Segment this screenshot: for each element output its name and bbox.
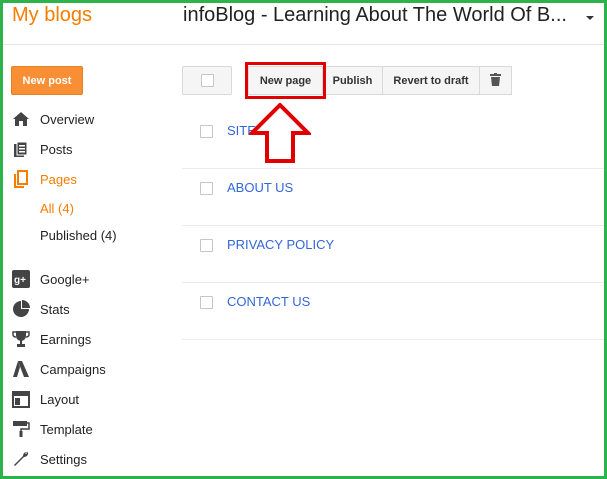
select-all-checkbox-button[interactable] — [182, 66, 232, 95]
delete-button[interactable] — [479, 66, 512, 95]
sidebar-item-label: Posts — [40, 141, 73, 157]
row-checkbox[interactable] — [200, 239, 213, 252]
page-title-link[interactable]: CONTACT US — [227, 294, 310, 309]
table-row[interactable]: SITE — [182, 112, 607, 169]
wrench-icon — [10, 449, 32, 469]
sidebar-item-label: Google+ — [40, 271, 90, 287]
sidebar-item-label: Layout — [40, 391, 80, 407]
home-icon — [10, 109, 32, 129]
arrow-up-annotation-icon — [249, 103, 311, 163]
sidebar-item-google-plus[interactable]: g+ Google+ — [10, 268, 90, 290]
my-blogs-link[interactable]: My blogs — [12, 4, 92, 27]
sidebar-item-label: Template — [40, 421, 93, 437]
paint-roller-icon — [10, 419, 32, 439]
row-checkbox[interactable] — [200, 125, 213, 138]
sidebar-item-earnings[interactable]: Earnings — [10, 328, 91, 350]
new-post-button[interactable]: New post — [11, 66, 83, 95]
page-title-link[interactable]: ABOUT US — [227, 180, 293, 195]
table-row[interactable]: CONTACT US — [182, 283, 607, 340]
sidebar-subitem-all[interactable]: All (4) — [40, 201, 74, 216]
row-checkbox[interactable] — [200, 296, 213, 309]
sidebar-item-overview[interactable]: Overview — [10, 108, 94, 130]
sidebar-item-campaigns[interactable]: Campaigns — [10, 358, 106, 380]
sidebar-item-label: Stats — [40, 301, 70, 317]
new-page-highlight-box — [245, 62, 326, 99]
trash-icon — [490, 72, 501, 89]
table-row[interactable]: PRIVACY POLICY — [182, 226, 607, 283]
adwords-icon — [10, 359, 32, 379]
pie-chart-icon — [10, 299, 32, 319]
sidebar-subitem-published[interactable]: Published (4) — [40, 228, 117, 243]
google-plus-icon: g+ — [10, 269, 32, 289]
publish-button[interactable]: Publish — [322, 66, 383, 95]
page-title-link[interactable]: PRIVACY POLICY — [227, 237, 334, 252]
sidebar-item-label: Pages — [40, 171, 77, 187]
sidebar-item-settings[interactable]: Settings — [10, 448, 87, 470]
posts-icon — [10, 139, 32, 159]
blog-title: infoBlog - Learning About The World Of B… — [183, 4, 567, 26]
sidebar-item-posts[interactable]: Posts — [10, 138, 73, 160]
chevron-down-icon[interactable] — [584, 12, 600, 28]
header: My blogs infoBlog - Learning About The W… — [0, 0, 607, 45]
revert-to-draft-button[interactable]: Revert to draft — [382, 66, 480, 95]
sidebar-item-label: Settings — [40, 451, 87, 467]
sidebar-item-stats[interactable]: Stats — [10, 298, 70, 320]
sidebar-item-label: Earnings — [40, 331, 92, 347]
table-row[interactable]: ABOUT US — [182, 169, 607, 226]
sidebar-item-layout[interactable]: Layout — [10, 388, 79, 410]
svg-text:g+: g+ — [14, 275, 26, 286]
pages-icon — [10, 169, 32, 189]
sidebar-item-template[interactable]: Template — [10, 418, 93, 440]
sidebar-item-pages[interactable]: Pages — [10, 168, 77, 190]
row-checkbox[interactable] — [200, 182, 213, 195]
select-all-checkbox[interactable] — [200, 74, 214, 87]
layout-icon — [10, 389, 32, 409]
trophy-icon — [10, 329, 32, 349]
sidebar-item-label: Overview — [40, 111, 95, 127]
sidebar-item-label: Campaigns — [40, 361, 106, 377]
